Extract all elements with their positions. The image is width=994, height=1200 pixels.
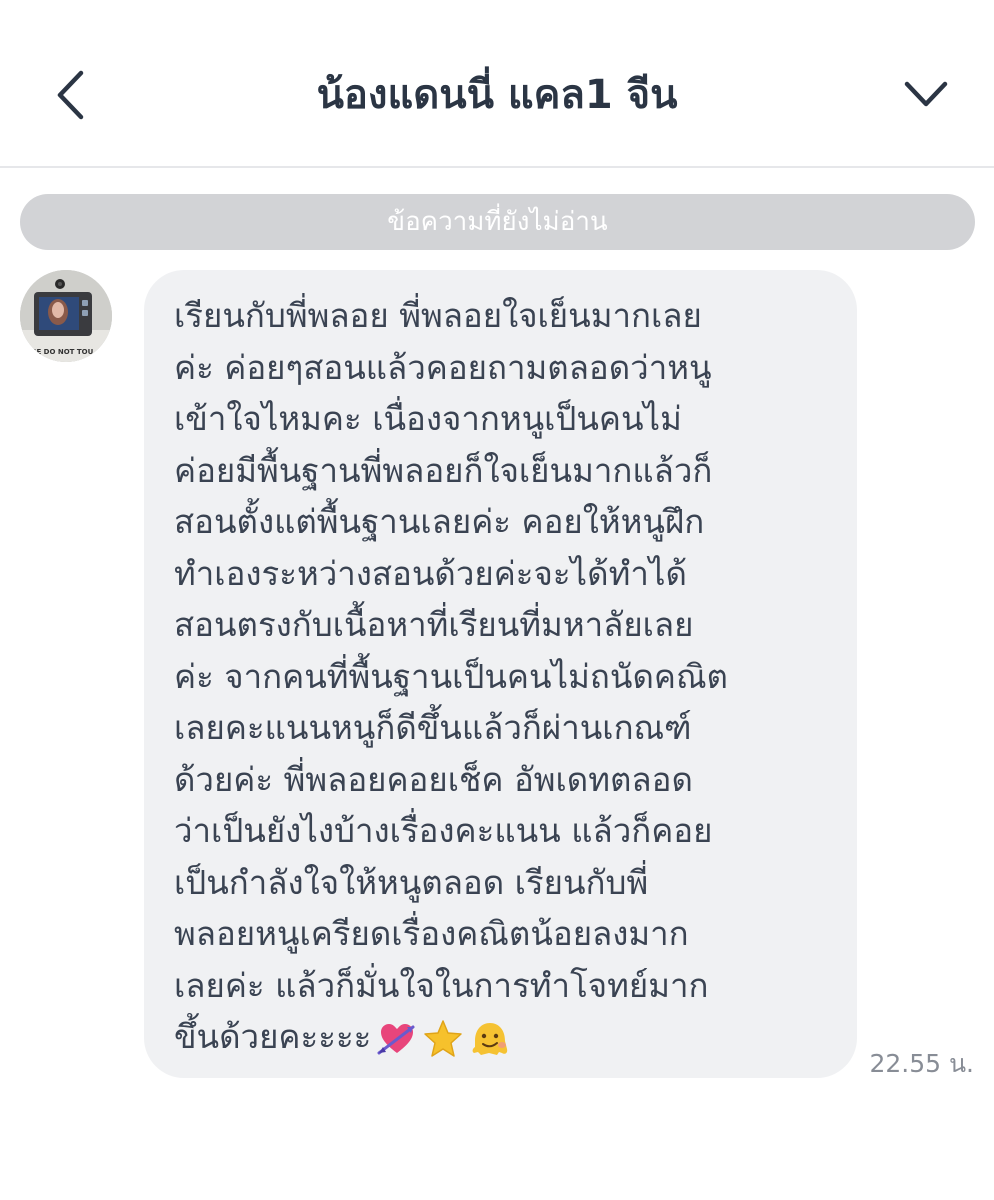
chevron-left-icon (57, 70, 84, 120)
message-line: ค่ะ จากคนที่พื้นฐานเป็นคนไม่ถนัดคณิต (174, 656, 728, 696)
avatar[interactable]: ASE DO NOT TOU (20, 270, 112, 362)
message-bubble[interactable]: เรียนกับพี่พลอย พี่พลอยใจเย็นมากเลย ค่ะ … (144, 270, 857, 1078)
chevron-down-icon (904, 81, 948, 107)
message-line: พลอยหนูเครียดเรื่องคณิตน้อยลงมาก (174, 914, 689, 953)
heart-with-arrow-icon (377, 1023, 415, 1054)
message-line: เป็นกำลังใจให้หนูตลอด เรียนกับพี่ (174, 862, 649, 902)
message-line: ด้วยค่ะ พี่พลอยคอยเช็ค อัพเดทตลอด (174, 759, 693, 799)
message-line: สอนตรงกับเนื้อหาที่เรียนที่มหาลัยเลย (174, 605, 694, 644)
message-text: เรียนกับพี่พลอย พี่พลอยใจเย็นมากเลย ค่ะ … (174, 290, 839, 1063)
chat-header: น้องแดนนี่ แคล1 จีน (0, 0, 994, 168)
avatar-sticker-text: ASE DO NOT TOU (26, 348, 94, 356)
message-last-line: ขึ้นด้วยคะะะะ (174, 1011, 839, 1063)
message-line: ทำเองระหว่างสอนด้วยค่ะจะได้ทำได้ (174, 553, 687, 593)
message-line: ค่อยมีพื้นฐานพี่พลอยก็ใจเย็นมากแล้วก็ (174, 450, 713, 490)
unread-messages-divider: ข้อความที่ยังไม่อ่าน (20, 194, 975, 250)
message-line: สอนตั้งแต่พื้นฐานเลยค่ะ คอยให้หนูฝึก (174, 502, 705, 541)
back-button[interactable] (44, 62, 96, 128)
message-line: ขึ้นด้วยคะะะะ (174, 1017, 372, 1056)
message-line: ค่ะ ค่อยๆสอนแล้วคอยถามตลอดว่าหนู (174, 347, 712, 387)
message-timestamp: 22.55 น. (869, 1049, 974, 1078)
message-line: ว่าเป็นยังไงบ้างเรื่องคะแนน แล้วก็คอย (174, 811, 713, 850)
message-line: เลยคะแนนหนูก็ดีขึ้นแล้วก็ผ่านเกณฑ์ (174, 708, 692, 747)
message-line: เข้าใจไหมคะ เนื่องจากหนูเป็นคนไม่ (174, 399, 682, 438)
star-icon (424, 1019, 463, 1057)
chat-title: น้องแดนนี่ แคล1 จีน (316, 72, 678, 118)
message-line: เลยค่ะ แล้วก็มั่นใจในการทำโจทย์มาก (174, 965, 709, 1005)
menu-toggle-button[interactable] (896, 66, 956, 122)
message-line: เรียนกับพี่พลอย พี่พลอยใจเย็นมากเลย (174, 296, 702, 335)
avatar-photo: ASE DO NOT TOU (20, 270, 112, 362)
melting-face-icon (472, 1022, 508, 1055)
